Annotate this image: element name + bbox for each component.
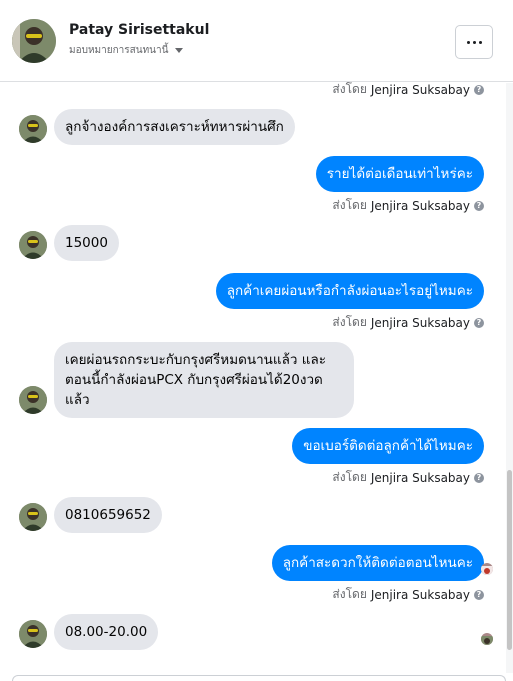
outgoing-message: ลูกค้าสะดวกให้ติดต่อตอนไหนคะ — [271, 545, 484, 581]
message-line: แล้ว — [65, 392, 90, 408]
sent-by-line: ส่งโดย Jenjira Suksabay ? — [332, 313, 484, 332]
sent-by-label: ส่งโดย — [332, 470, 367, 484]
help-icon[interactable]: ? — [474, 317, 484, 328]
outgoing-message: ลูกค้าเคยผ่อนหรือกำลังผ่อนอะไรอยู่ไหมคะ — [215, 273, 484, 309]
scrollbar-thumb[interactable] — [507, 470, 512, 650]
incoming-message: 0810659652 — [54, 497, 162, 533]
assign-conversation-dropdown[interactable]: มอบหมายการสนทนานี้ — [69, 43, 184, 58]
seen-avatar-icon — [481, 563, 493, 575]
assign-conversation-label: มอบหมายการสนทนานี้ — [69, 45, 169, 56]
message-line: ตอนนี้กำลังผ่อนPCX กับกรุงศรีผ่อนได้20งว… — [65, 372, 323, 388]
incoming-message: 08.00-20.00 — [54, 614, 159, 650]
seen-avatar-icon — [481, 633, 493, 645]
incoming-message: เคยผ่อนรถกระบะกับกรุงศรีหมดนานแล้ว และ ต… — [54, 342, 354, 418]
message-line: เคยผ่อนรถกระบะกับกรุงศรีหมดนานแล้ว และ — [65, 352, 326, 368]
agent-name[interactable]: Jenjira Suksabay — [371, 199, 470, 213]
message-composer[interactable] — [12, 675, 506, 681]
sent-by-label: ส่งโดย — [332, 587, 367, 601]
sent-by-line: ส่งโดย Jenjira Suksabay ? — [332, 585, 484, 604]
agent-name[interactable]: Jenjira Suksabay — [371, 471, 470, 485]
help-icon[interactable]: ? — [474, 200, 484, 211]
more-dots-icon — [466, 40, 470, 44]
contact-avatar-small[interactable] — [19, 620, 47, 648]
agent-name[interactable]: Jenjira Suksabay — [371, 588, 470, 602]
sent-by-line: ส่งโดย Jenjira Suksabay ? — [332, 468, 484, 487]
outgoing-message: รายได้ต่อเดือนเท่าไหร่คะ — [315, 156, 484, 192]
sent-by-line: ส่งโดย Jenjira Suksabay ? — [332, 80, 484, 99]
sent-by-label: ส่งโดย — [332, 315, 367, 329]
contact-name[interactable]: Patay Sirisettakul — [69, 22, 209, 38]
contact-avatar-small[interactable] — [19, 115, 47, 143]
caret-down-icon — [175, 48, 184, 53]
more-options-button[interactable] — [455, 25, 493, 59]
incoming-message: ลูกจ้างองค์การสงเคราะห์ทหารผ่านศึก — [54, 109, 295, 145]
sent-by-label: ส่งโดย — [332, 82, 367, 96]
contact-avatar-small[interactable] — [19, 503, 47, 531]
sent-by-label: ส่งโดย — [332, 198, 367, 212]
agent-name[interactable]: Jenjira Suksabay — [371, 316, 470, 330]
contact-avatar-small[interactable] — [19, 386, 47, 414]
help-icon[interactable]: ? — [474, 472, 484, 483]
help-icon[interactable]: ? — [474, 589, 484, 600]
sent-by-line: ส่งโดย Jenjira Suksabay ? — [332, 196, 484, 215]
contact-avatar[interactable] — [12, 19, 56, 63]
incoming-message: 15000 — [54, 225, 119, 261]
agent-name[interactable]: Jenjira Suksabay — [371, 83, 470, 97]
help-icon[interactable]: ? — [474, 84, 484, 95]
contact-avatar-small[interactable] — [19, 231, 47, 259]
conversation-header: Patay Sirisettakul มอบหมายการสนทนานี้ — [0, 0, 513, 82]
outgoing-message: ขอเบอร์ติดต่อลูกค้าได้ไหมคะ — [292, 428, 484, 464]
